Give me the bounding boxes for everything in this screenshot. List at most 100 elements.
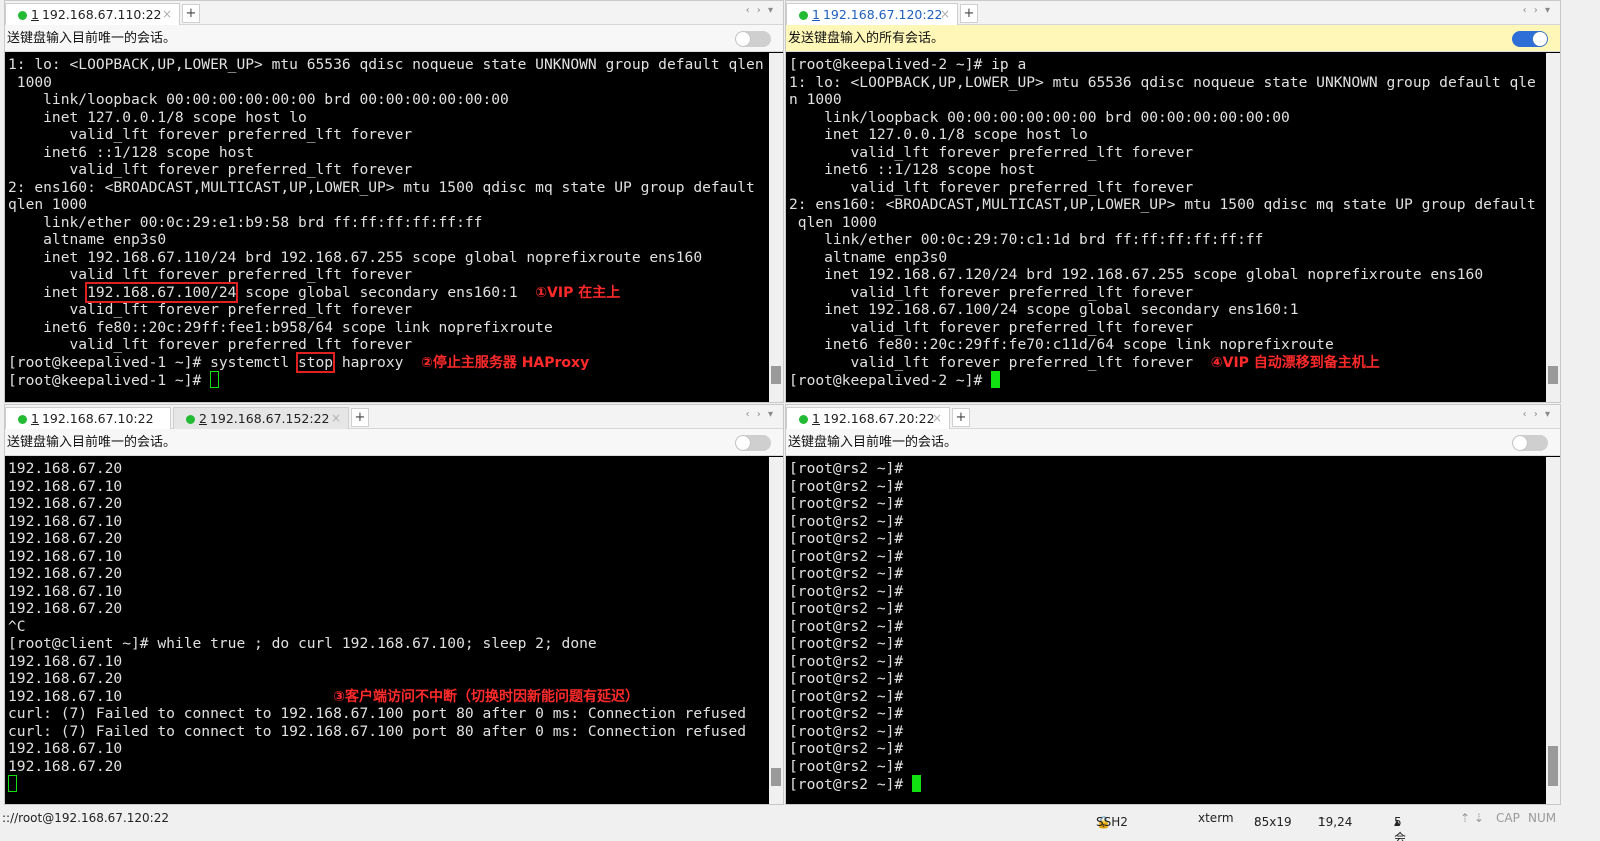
tab-nav-arrows-icon[interactable]: ‹ › ▾: [1523, 5, 1552, 16]
stop-highlight-box: stop: [295, 351, 336, 373]
status-arrows-icon[interactable]: ⇡ ⇣: [1460, 811, 1484, 825]
terminal-line: inet 192.168.67.110/24 brd 192.168.67.25…: [8, 248, 703, 266]
terminal-line: valid_lft forever preferred_lft forever: [789, 143, 1194, 161]
terminal-line: [root@rs2 ~]#: [789, 477, 904, 495]
terminal-line: [root@rs2 ~]#: [789, 582, 904, 600]
terminal-line: [root@rs2 ~]#: [789, 740, 904, 757]
terminal-line: 192.168.67.10: [8, 547, 123, 565]
broadcast-info-text: 送键盘输入目前唯一的会话。: [788, 435, 958, 450]
new-tab-button[interactable]: +: [351, 408, 369, 427]
terminal-line-note: 192.168.67.10 ③客户端访问不中断（切换时因新能问题有延迟）: [8, 687, 639, 705]
terminal-line: 1: lo: <LOOPBACK,UP,LOWER_UP> mtu 65536 …: [8, 56, 764, 73]
connected-dot-icon: [18, 414, 27, 424]
connected-dot-icon: [799, 414, 808, 424]
terminal-pane-top-left[interactable]: 1 192.168.67.110:22 × + ‹ › ▾ 送键盘输入目前唯一的会…: [4, 0, 784, 403]
terminal-line: inet 127.0.0.1/8 scope host lo: [8, 108, 307, 126]
terminal-line: 192.168.67.10: [8, 652, 123, 670]
terminal-line: [root@rs2 ~]#: [789, 757, 904, 775]
broadcast-toggle[interactable]: [735, 31, 771, 47]
terminal-line: inet6 ::1/128 scope host: [789, 161, 1036, 178]
broadcast-info-bar: 送键盘输入目前唯一的会话。: [5, 25, 783, 52]
tab-nav-arrows-icon[interactable]: ‹ › ▾: [746, 409, 775, 420]
terminal-pane-bottom-right[interactable]: 1 192.168.67.20:22 × + ‹ › ▾ 送键盘输入目前唯一的会话…: [785, 404, 1561, 805]
tab-session-120[interactable]: 1 192.168.67.120:22 ×: [786, 3, 958, 25]
terminal-pane-top-right[interactable]: 1 192.168.67.120:22 × + ‹ › ▾ 发送键盘输入的所有会话…: [785, 0, 1561, 403]
terminal-line: 2: ens160: <BROADCAST,MULTICAST,UP,LOWER…: [8, 178, 755, 196]
scrollbar-thumb[interactable]: [771, 768, 781, 786]
terminal-line: [root@client ~]# while true ; do curl 19…: [8, 635, 597, 652]
terminal-line: 1: lo: <LOOPBACK,UP,LOWER_UP> mtu 65536 …: [789, 73, 1536, 91]
close-tab-icon[interactable]: ×: [162, 4, 172, 25]
terminal-line: [root@rs2 ~]#: [789, 617, 904, 635]
terminal-line: [root@rs2 ~]#: [789, 600, 904, 617]
terminal-line: [root@rs2 ~]#: [789, 495, 904, 512]
tab-nav-arrows-icon[interactable]: ‹ › ▾: [1523, 409, 1552, 420]
terminal-line: [root@rs2 ~]#: [789, 722, 904, 740]
terminal-line: qlen 1000: [8, 196, 88, 213]
terminal-output[interactable]: 1: lo: <LOOPBACK,UP,LOWER_UP> mtu 65536 …: [5, 53, 769, 402]
terminal-line: valid_lft forever preferred_lft forever: [8, 336, 413, 353]
status-term: xterm: [1198, 811, 1234, 825]
terminal-pane-bottom-left[interactable]: 1 192.168.67.10:22 2 192.168.67.152:22 × +…: [4, 404, 784, 805]
vertical-scrollbar[interactable]: [1546, 53, 1560, 402]
terminal-line: link/ether 00:0c:29:70:c1:1d brd ff:ff:f…: [789, 231, 1264, 248]
connected-dot-icon: [799, 10, 808, 20]
connected-dot-icon: [186, 414, 195, 424]
terminal-line: 2: ens160: <BROADCAST,MULTICAST,UP,LOWER…: [789, 196, 1536, 213]
tab-session-110[interactable]: 1 192.168.67.110:22 ×: [5, 3, 180, 25]
terminal-line: link/loopback 00:00:00:00:00:00 brd 00:0…: [789, 108, 1290, 126]
vip-highlight-box: 192.168.67.100/24: [85, 281, 239, 303]
close-tab-icon[interactable]: ×: [940, 4, 950, 25]
terminal-line: inet 127.0.0.1/8 scope host lo: [789, 126, 1088, 143]
new-tab-button[interactable]: +: [960, 4, 978, 23]
terminal-line: 1000: [8, 73, 52, 91]
scrollbar-thumb[interactable]: [1548, 746, 1558, 786]
terminal-cursor: [8, 775, 17, 792]
broadcast-toggle[interactable]: [1512, 31, 1548, 47]
vertical-scrollbar[interactable]: [769, 53, 783, 402]
tab-bar: 1 192.168.67.10:22 2 192.168.67.152:22 × +…: [5, 405, 783, 429]
terminal-line: inet6 fe80::20c:29ff:fe70:c11d/64 scope …: [789, 336, 1334, 353]
connected-dot-icon: [18, 10, 27, 20]
vertical-scrollbar[interactable]: [1546, 457, 1560, 804]
close-tab-icon[interactable]: ×: [331, 408, 341, 429]
broadcast-toggle[interactable]: [735, 435, 771, 451]
tab-session-152[interactable]: 2 192.168.67.152:22 ×: [173, 407, 349, 429]
terminal-line: [root@rs2 ~]#: [789, 705, 904, 722]
new-tab-button[interactable]: +: [182, 4, 200, 23]
status-bar: :://root@192.168.67.120:22 🔒 SSH2 xterm …: [0, 807, 1600, 841]
broadcast-info-bar: 发送键盘输入的所有会话。: [786, 25, 1560, 52]
close-tab-icon[interactable]: ×: [932, 408, 942, 429]
broadcast-toggle[interactable]: [1512, 435, 1548, 451]
terminal-line: 192.168.67.20: [8, 670, 123, 687]
scrollbar-thumb[interactable]: [771, 366, 781, 384]
tab-session-20[interactable]: 1 192.168.67.20:22 ×: [786, 407, 950, 429]
terminal-line: 192.168.67.10: [8, 740, 123, 757]
terminal-line-vip: inet 192.168.67.100/24 scope global seco…: [8, 281, 621, 303]
broadcast-info-text: 送键盘输入目前唯一的会话。: [7, 435, 177, 450]
terminal-line: valid_lft forever preferred_lft forever: [789, 283, 1194, 301]
terminal-prompt: [root@keepalived-1 ~]#: [8, 371, 769, 389]
terminal-line: 192.168.67.20: [8, 495, 123, 512]
terminal-line: [root@rs2 ~]#: [789, 565, 904, 582]
broadcast-info-bar: 送键盘输入目前唯一的会话。: [786, 429, 1560, 456]
terminal-line: [root@rs2 ~]#: [789, 687, 904, 705]
terminal-line: valid_lft forever preferred_lft forever: [8, 266, 413, 283]
terminal-line: 192.168.67.10: [8, 582, 123, 600]
terminal-line: [root@rs2 ~]#: [789, 512, 904, 530]
terminal-line: inet 192.168.67.120/24 brd 192.168.67.25…: [789, 266, 1484, 283]
terminal-line: link/loopback 00:00:00:00:00:00 brd 00:0…: [8, 91, 509, 108]
annotation-vip-on-master: ①VIP 在主上: [535, 284, 621, 301]
scrollbar-thumb[interactable]: [1548, 366, 1558, 384]
terminal-output[interactable]: [root@keepalived-2 ~]# ip a 1: lo: <LOOPB…: [786, 53, 1546, 402]
vertical-scrollbar[interactable]: [769, 457, 783, 804]
terminal-line: [root@keepalived-2 ~]# ip a: [789, 56, 1027, 73]
terminal-line: 192.168.67.10: [8, 512, 123, 530]
terminal-line: altname enp3s0: [8, 231, 167, 248]
tab-nav-arrows-icon[interactable]: ‹ › ▾: [746, 5, 775, 16]
terminal-output[interactable]: 192.168.67.20 192.168.67.10 192.168.67.20 1…: [5, 457, 769, 804]
tab-session-10[interactable]: 1 192.168.67.10:22: [5, 407, 171, 429]
status-cap: CAP: [1496, 811, 1520, 825]
terminal-output[interactable]: [root@rs2 ~]# [root@rs2 ~]# [root@rs2 ~]#[…: [786, 457, 1546, 804]
new-tab-button[interactable]: +: [952, 408, 970, 427]
